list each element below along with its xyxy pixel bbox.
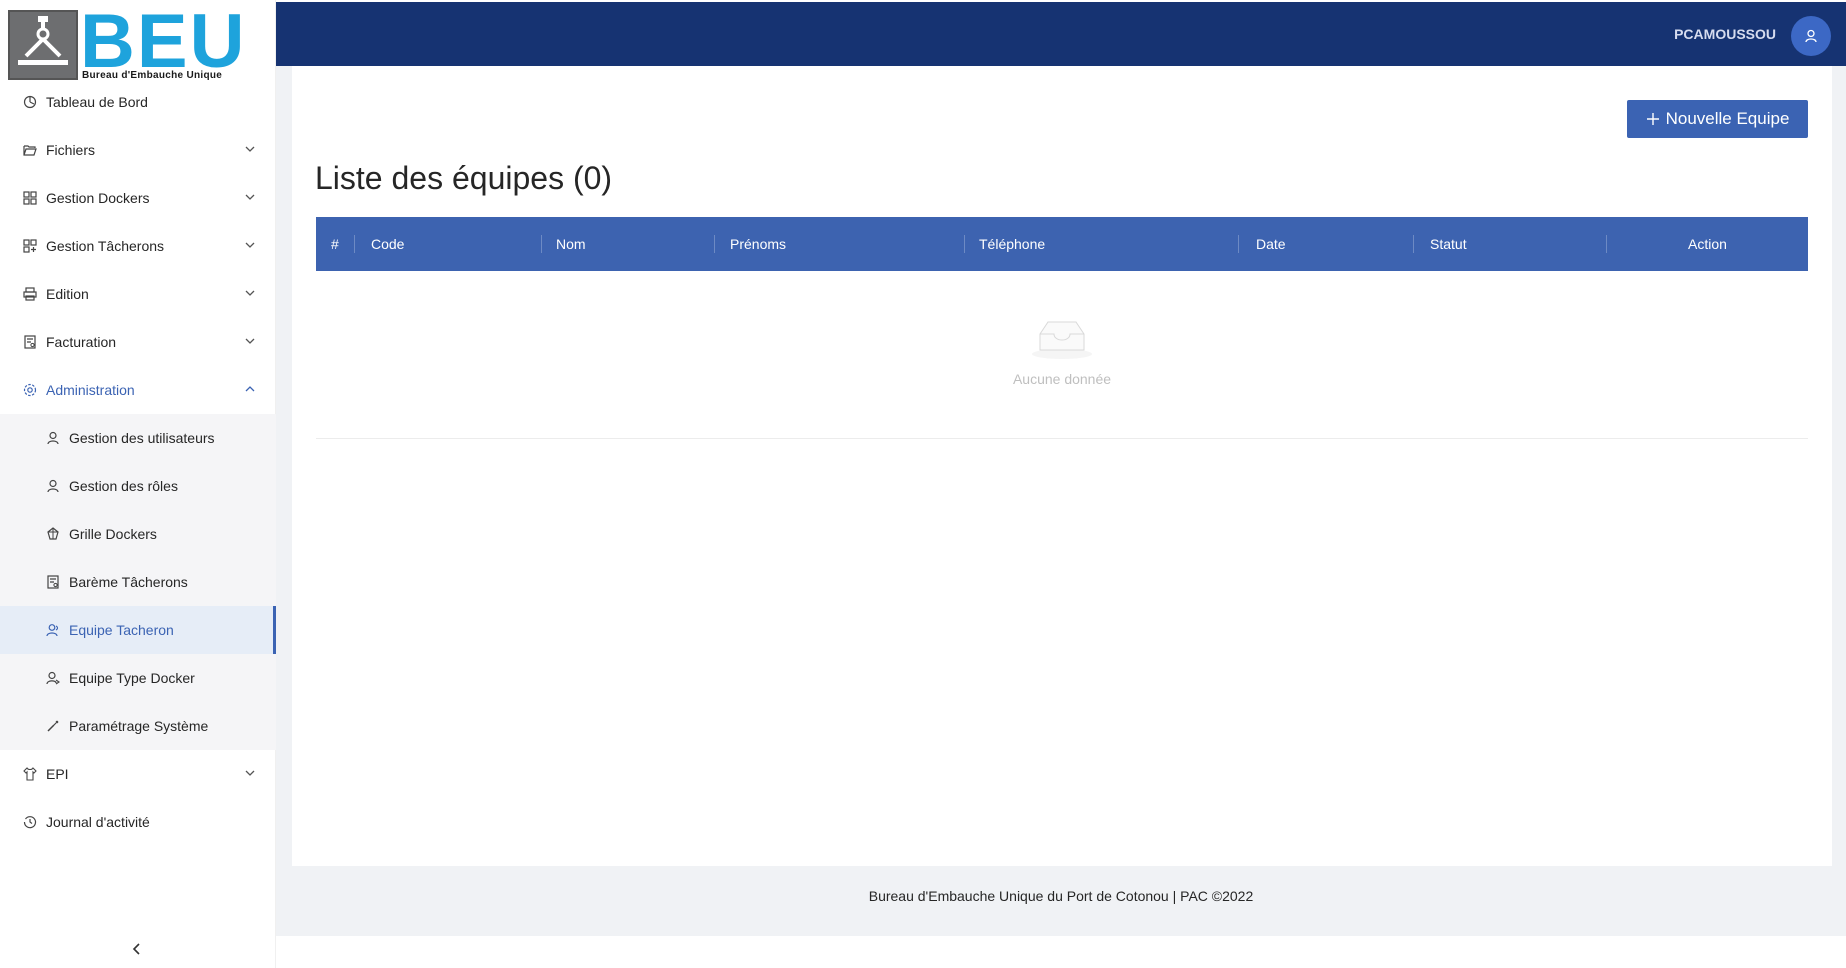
sidebar-item-epi[interactable]: EPI xyxy=(0,750,276,798)
user-avatar[interactable] xyxy=(1791,16,1831,56)
sidebar-item-fichiers[interactable]: Fichiers xyxy=(0,126,276,174)
sidebar-item-label: Gestion Dockers xyxy=(46,190,150,206)
sidebar-item-label: Equipe Tacheron xyxy=(69,622,174,638)
beu-logo[interactable]: BEU Bureau d'Embauche Unique xyxy=(8,4,244,82)
sidebar-item-label: Grille Dockers xyxy=(69,526,157,542)
appstore-icon xyxy=(22,190,38,206)
sidebar-item-administration[interactable]: Administration xyxy=(0,366,276,414)
team-icon xyxy=(45,622,61,638)
tool-icon xyxy=(45,718,61,734)
sidebar-item-label: Facturation xyxy=(46,334,117,350)
sidebar-item-equipe-tacheron[interactable]: Equipe Tacheron xyxy=(0,606,276,654)
column-header-code: Code xyxy=(371,236,405,252)
column-header-action: Action xyxy=(1688,236,1727,252)
column-header-statut: Statut xyxy=(1430,236,1467,252)
sidebar-item-label: Gestion des utilisateurs xyxy=(69,430,215,446)
sidebar-item-label: Paramétrage Système xyxy=(69,718,209,734)
sidebar-item-bareme-tacherons[interactable]: Barème Tâcherons xyxy=(0,558,276,606)
chevron-up-icon xyxy=(245,386,255,392)
sidebar-item-parametrage-systeme[interactable]: Paramétrage Système xyxy=(0,702,276,750)
column-header-nom: Nom xyxy=(556,236,586,252)
sidebar-item-label: Administration xyxy=(46,382,135,398)
sidebar-item-label: Edition xyxy=(46,286,89,302)
column-divider xyxy=(1413,235,1414,253)
chevron-down-icon xyxy=(245,194,255,200)
setting-icon xyxy=(22,382,38,398)
footer-text: Bureau d'Embauche Unique du Port de Coto… xyxy=(868,888,1254,904)
sidebar-item-label: Gestion Tâcherons xyxy=(46,238,165,254)
crane-logo-icon xyxy=(8,10,78,80)
column-header-prenoms: Prénoms xyxy=(730,236,787,252)
column-header-date: Date xyxy=(1256,236,1286,252)
sidebar-item-label: EPI xyxy=(46,766,69,782)
sidebar-item-label: Fichiers xyxy=(46,142,96,158)
sidebar-item-gestion-tacherons[interactable]: Gestion Tâcherons xyxy=(0,222,276,270)
chevron-down-icon xyxy=(245,242,255,248)
invoice-icon xyxy=(22,334,38,350)
sidebar-item-label: Barème Tâcherons xyxy=(69,574,188,590)
sidebar-item-equipe-type-docker[interactable]: Equipe Type Docker xyxy=(0,654,276,702)
administration-submenu: Gestion des utilisateurs Gestion des rôl… xyxy=(0,414,276,750)
sidebar: BEU Bureau d'Embauche Unique Tableau de … xyxy=(0,0,276,968)
username-label[interactable]: PCAMOUSSOU xyxy=(1674,26,1776,42)
gold-icon xyxy=(45,526,61,542)
sidebar-item-tableau-de-bord[interactable]: Tableau de Bord xyxy=(0,78,276,126)
sidebar-item-gestion-utilisateurs[interactable]: Gestion des utilisateurs xyxy=(0,414,276,462)
sidebar-item-grille-dockers[interactable]: Grille Dockers xyxy=(0,510,276,558)
sidebar-item-gestion-dockers[interactable]: Gestion Dockers xyxy=(0,174,276,222)
history-icon xyxy=(22,814,38,830)
sidebar-item-gestion-roles[interactable]: Gestion des rôles xyxy=(0,462,276,510)
sidebar-item-facturation[interactable]: Facturation xyxy=(0,318,276,366)
logo-text: BEU xyxy=(80,0,247,84)
empty-state: Aucune donnée xyxy=(1000,318,1124,387)
column-divider xyxy=(1606,235,1607,253)
table-bottom-divider xyxy=(316,438,1808,439)
column-divider xyxy=(354,235,355,253)
sidebar-item-label: Journal d'activité xyxy=(46,814,150,830)
shirt-icon xyxy=(22,766,38,782)
table-header: # Code Nom Prénoms Téléphone Date Statut… xyxy=(316,217,1808,271)
appstore-add-icon xyxy=(22,238,38,254)
column-divider xyxy=(541,235,542,253)
chevron-down-icon xyxy=(245,770,255,776)
sidebar-item-label: Gestion des rôles xyxy=(69,478,178,494)
user-icon xyxy=(1805,29,1817,43)
sidebar-menu: Tableau de Bord Fichiers Gestion Dockers… xyxy=(0,78,276,846)
column-divider xyxy=(964,235,965,253)
dashboard-icon xyxy=(22,94,38,110)
empty-inbox-icon xyxy=(1032,321,1092,359)
page-title: Liste des équipes (0) xyxy=(315,160,613,196)
sidebar-item-label: Equipe Type Docker xyxy=(69,670,195,686)
user-switch-icon xyxy=(45,670,61,686)
plus-icon xyxy=(1646,113,1659,125)
new-team-button[interactable]: Nouvelle Equipe xyxy=(1627,100,1808,138)
column-divider xyxy=(714,235,715,253)
column-header-index: # xyxy=(331,236,339,252)
printer-icon xyxy=(22,286,38,302)
audit-icon xyxy=(45,574,61,590)
top-header-bar: PCAMOUSSOU xyxy=(276,2,1846,66)
empty-state-text: Aucune donnée xyxy=(1012,371,1112,387)
folder-open-icon xyxy=(22,142,38,158)
column-divider xyxy=(1238,235,1239,253)
sidebar-item-label: Tableau de Bord xyxy=(46,94,148,110)
user-icon xyxy=(45,430,61,446)
chevron-down-icon xyxy=(245,338,255,344)
sidebar-item-journal-activite[interactable]: Journal d'activité xyxy=(0,798,276,846)
chevron-down-icon xyxy=(245,290,255,296)
collapse-sidebar-icon[interactable] xyxy=(128,940,146,958)
user-icon xyxy=(45,478,61,494)
column-header-telephone: Téléphone xyxy=(979,236,1046,252)
new-team-button-label: Nouvelle Equipe xyxy=(1665,109,1790,128)
sidebar-item-edition[interactable]: Edition xyxy=(0,270,276,318)
chevron-down-icon xyxy=(245,146,255,152)
